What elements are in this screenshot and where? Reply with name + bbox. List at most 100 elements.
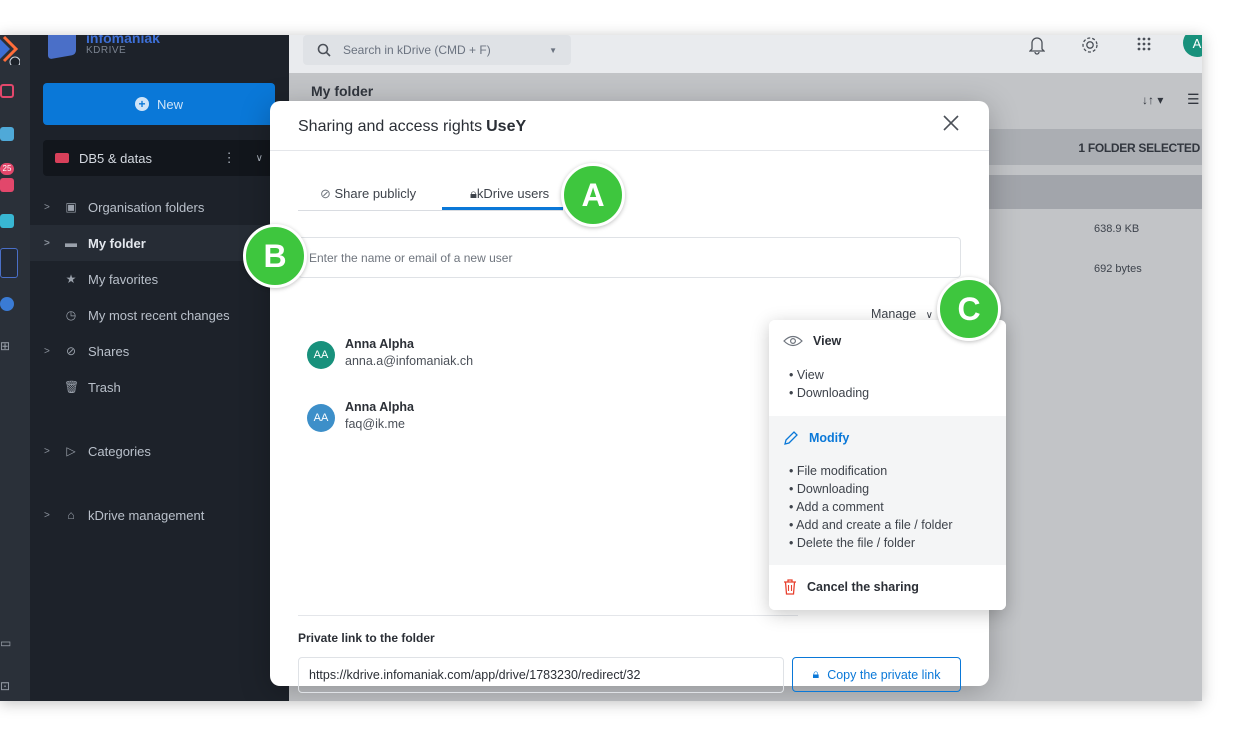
trash-icon: 🗑︎ <box>64 380 80 394</box>
chevron-down-icon[interactable]: ∨ <box>256 153 263 164</box>
app-rail: 25 ⊞ ▭ ⊡ <box>0 35 30 701</box>
lock-icon: 🔒︎ <box>470 186 477 201</box>
plus-icon: + <box>134 97 149 111</box>
organisation-folder-icon: ▣ <box>65 200 77 214</box>
bell-icon[interactable] <box>1029 35 1045 55</box>
kchat-icon[interactable] <box>0 297 14 311</box>
list-item: Downloading <box>789 480 953 498</box>
dialog-title-text: Sharing and access rights <box>298 118 483 135</box>
chevron-right-icon[interactable]: > <box>44 238 54 249</box>
desktop-icon[interactable]: ▭ <box>0 636 11 650</box>
calendar-icon[interactable] <box>0 178 14 192</box>
user-search-input[interactable]: Enter the name or email of a new user <box>298 237 961 278</box>
drive-name: DB5 & datas <box>79 150 152 166</box>
chevron-right-icon[interactable]: > <box>44 346 54 357</box>
search-icon <box>317 43 331 57</box>
search-input[interactable]: Search in kDrive (CMD + F) ▼ <box>303 35 571 65</box>
folder-name: UseY <box>486 118 527 135</box>
add-app-icon[interactable]: ⊞ <box>0 339 10 353</box>
notification-count-badge: 25 <box>0 163 14 175</box>
kdrive-active-icon[interactable] <box>0 248 18 278</box>
user-avatar: AA <box>307 341 335 369</box>
gear-icon[interactable] <box>1080 35 1100 55</box>
drive-icon <box>55 153 69 163</box>
dialog-title: Sharing and access rights UseY <box>298 118 526 136</box>
annotation-badge-b: B <box>243 224 307 288</box>
copy-private-link-button[interactable]: 🔒︎ Copy the private link <box>792 657 961 692</box>
avatar[interactable]: A <box>1183 35 1202 57</box>
link-icon: ⊘ <box>320 186 335 201</box>
sidebar-item-organisation-folders[interactable]: > ▣ Organisation folders <box>30 189 289 225</box>
lock-icon: 🔒︎ <box>812 667 820 681</box>
sidebar-item-label: My folder <box>88 235 146 251</box>
top-bar: Search in kDrive (CMD + F) ▼ A <box>289 35 1202 73</box>
brand-name: infomaniak <box>86 35 160 46</box>
divider <box>298 615 798 616</box>
new-button[interactable]: + New <box>43 83 275 125</box>
tab-label: kDrive users <box>476 186 550 201</box>
tab-share-publicly[interactable]: ⊘ Share publicly <box>320 186 416 202</box>
tab-kdrive-users[interactable]: 🔒︎kDrive users <box>470 186 549 202</box>
menu-item-modify[interactable]: Modify File modification Downloading Add… <box>769 416 1006 565</box>
sidebar-item-trash[interactable]: 🗑︎ Trash <box>30 369 289 405</box>
drive-selector[interactable]: DB5 & datas ⋮ ∨ <box>43 140 275 176</box>
tag-icon: ▷ <box>66 444 76 458</box>
contacts-icon[interactable] <box>0 214 14 228</box>
private-link-field[interactable]: https://kdrive.infomaniak.com/app/drive/… <box>298 657 784 693</box>
list-item: Downloading <box>789 384 869 402</box>
sidebar-item-label: Organisation folders <box>88 199 205 215</box>
chevron-right-icon[interactable]: > <box>44 510 54 521</box>
more-options-icon[interactable]: ⋮ <box>223 150 236 166</box>
manage-label: Manage <box>871 307 917 321</box>
share-tabs: ⊘ Share publicly 🔒︎kDrive users <box>298 183 563 211</box>
sidebar-item-label: Trash <box>88 379 121 395</box>
close-icon[interactable] <box>942 114 960 132</box>
home-icon[interactable] <box>0 84 14 98</box>
app-window: 25 ⊞ ▭ ⊡ infomaniak KDRIVE + New DB5 & d… <box>0 35 1202 701</box>
sidebar-item-label: My favorites <box>88 271 159 287</box>
private-link-url: https://kdrive.infomaniak.com/app/drive/… <box>309 668 641 682</box>
menu-item-title: Cancel the sharing <box>807 580 919 594</box>
sidebar-item-label: My most recent changes <box>88 307 230 323</box>
new-button-label: New <box>156 96 183 112</box>
active-tab-indicator <box>442 207 563 210</box>
sidebar-item-categories[interactable]: > ▷ Categories <box>30 433 289 469</box>
menu-item-title: Modify <box>809 431 850 445</box>
sidebar-item-recent-changes[interactable]: ◷ My most recent changes <box>30 297 289 333</box>
manage-dropdown[interactable]: Manage ∨ <box>871 307 933 321</box>
brand-subtitle: KDRIVE <box>86 44 127 56</box>
caret-down-icon[interactable]: ▼ <box>549 46 557 55</box>
apps-grid-icon[interactable] <box>1136 36 1152 52</box>
sidebar: infomaniak KDRIVE + New DB5 & datas ⋮ ∨ … <box>30 35 289 701</box>
sidebar-item-shares[interactable]: > ⊘ Shares <box>30 333 289 369</box>
mail-icon[interactable] <box>0 127 14 141</box>
user-name: Anna Alpha <box>345 400 414 414</box>
modify-permissions-list: File modification Downloading Add a comm… <box>789 462 953 552</box>
list-item: Add a comment <box>789 498 953 516</box>
star-icon: ★ <box>65 272 77 286</box>
collapse-icon[interactable]: ⊡ <box>0 679 10 693</box>
brand[interactable]: infomaniak KDRIVE <box>48 35 160 60</box>
trash-icon <box>784 579 796 595</box>
user-email: anna.a@infomaniak.ch <box>345 354 474 368</box>
view-permissions-list: View Downloading <box>789 366 869 402</box>
list-item: View <box>789 366 869 384</box>
copy-button-label: Copy the private link <box>827 667 941 682</box>
clock-icon: ◷ <box>65 308 77 322</box>
user-input-placeholder: Enter the name or email of a new user <box>309 250 513 265</box>
infomaniak-logo-icon[interactable] <box>0 35 20 65</box>
sidebar-item-label: Shares <box>88 343 130 359</box>
sidebar-item-kdrive-management[interactable]: > ⌂ kDrive management <box>30 497 289 533</box>
drive-management-icon: ⌂ <box>67 508 75 522</box>
chevron-right-icon[interactable]: > <box>44 446 54 457</box>
menu-item-title: View <box>813 334 842 348</box>
divider <box>270 150 989 151</box>
rights-dropdown-menu: View View Downloading Modify File modifi… <box>769 320 1006 610</box>
search-placeholder: Search in kDrive (CMD + F) <box>343 43 491 57</box>
menu-item-cancel-sharing[interactable]: Cancel the sharing <box>769 565 1006 610</box>
folder-icon: ▬ <box>65 236 77 250</box>
pencil-icon <box>784 431 798 445</box>
list-item: Delete the file / folder <box>789 534 953 552</box>
user-name: Anna Alpha <box>345 337 414 351</box>
chevron-right-icon[interactable]: > <box>44 202 54 213</box>
